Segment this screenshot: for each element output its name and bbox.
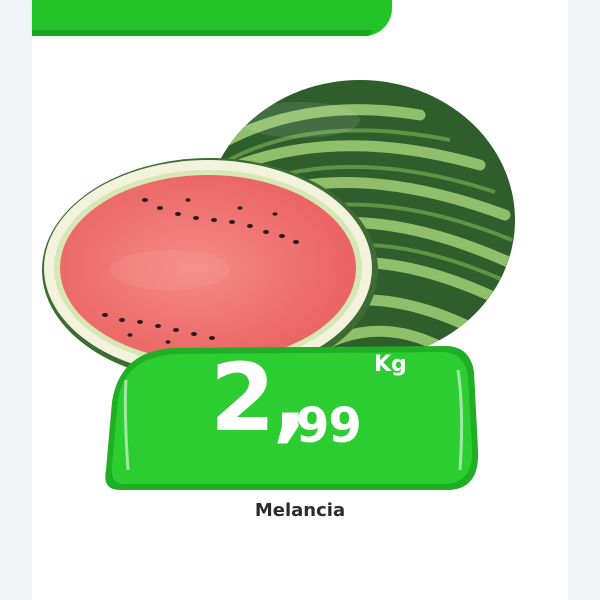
price-unit: Kg	[374, 352, 407, 377]
price-integer: 2,	[210, 344, 308, 453]
price-decimals: 99	[296, 398, 362, 454]
product-name: Melancia	[254, 500, 346, 521]
